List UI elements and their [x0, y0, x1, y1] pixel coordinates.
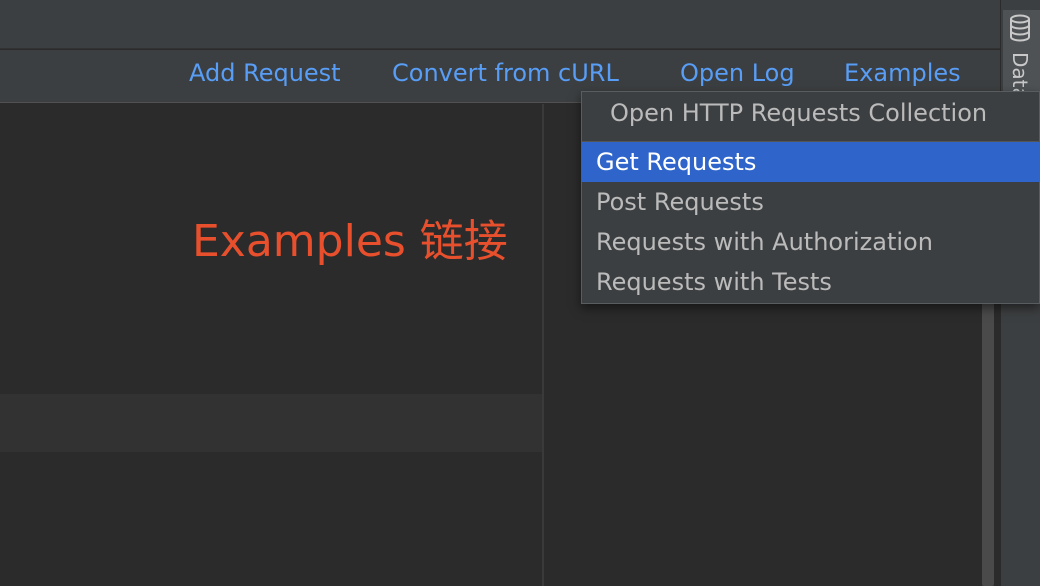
examples-popup-menu: Open HTTP Requests Collection Get Reques… — [581, 91, 1040, 304]
examples-link[interactable]: Examples — [844, 59, 961, 87]
annotation-text: Examples 链接 — [192, 216, 508, 267]
editor-area[interactable] — [0, 104, 542, 586]
title-strip — [0, 0, 1000, 49]
open-log-link[interactable]: Open Log — [680, 59, 795, 87]
convert-from-curl-link[interactable]: Convert from cURL — [392, 59, 619, 87]
menu-item-requests-with-authorization[interactable]: Requests with Authorization — [582, 222, 1040, 262]
add-request-link[interactable]: Add Request — [189, 59, 341, 87]
scrollbar-thumb[interactable] — [982, 300, 994, 586]
database-icon — [1010, 14, 1030, 42]
menu-item-post-requests[interactable]: Post Requests — [582, 182, 1040, 222]
menu-item-get-requests[interactable]: Get Requests — [582, 142, 1040, 182]
menu-item-requests-with-tests[interactable]: Requests with Tests — [582, 262, 1040, 302]
menu-header: Open HTTP Requests Collection — [610, 99, 988, 127]
